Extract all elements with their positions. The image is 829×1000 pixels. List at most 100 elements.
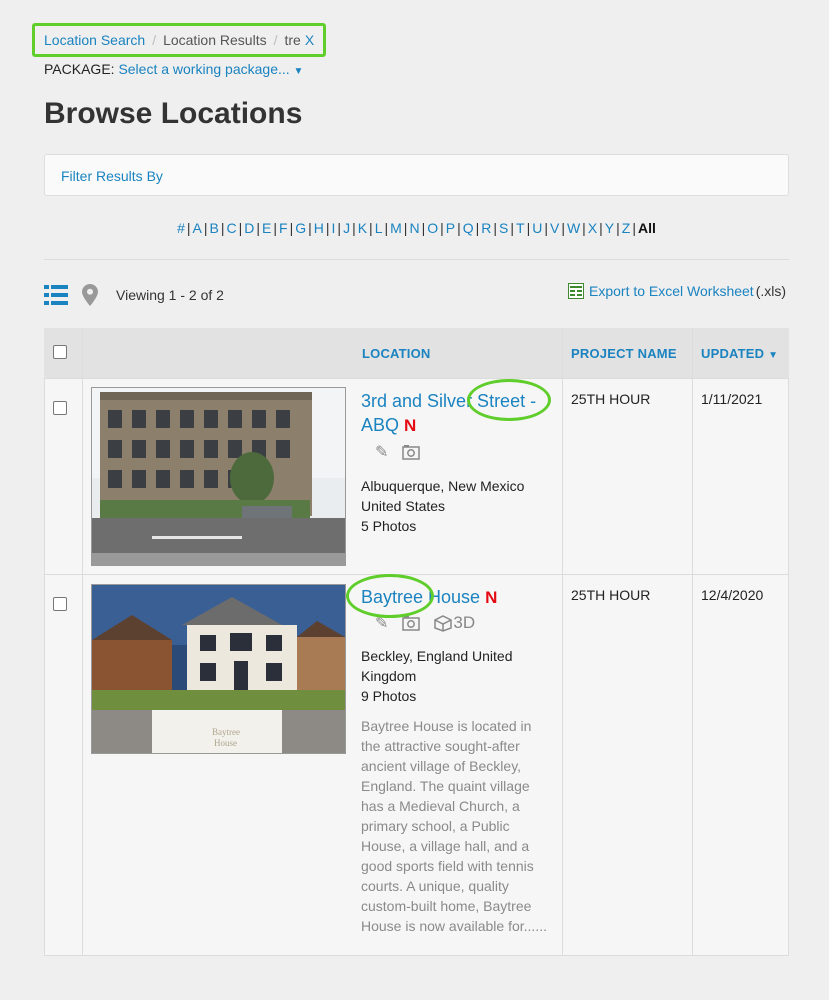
filter-results-panel[interactable]: Filter Results By bbox=[44, 154, 789, 196]
updated-date: 12/4/2020 bbox=[701, 587, 764, 603]
3d-tour-button[interactable]: 3D bbox=[434, 613, 475, 633]
alphabet-letter[interactable]: H bbox=[314, 220, 324, 236]
alphabet-letter[interactable]: T bbox=[516, 220, 525, 236]
excel-icon[interactable] bbox=[568, 283, 584, 299]
alphabet-letter[interactable]: U bbox=[532, 220, 542, 236]
alphabet-separator: | bbox=[582, 220, 586, 236]
alphabet-separator: | bbox=[273, 220, 278, 236]
alphabet-separator: | bbox=[493, 220, 498, 236]
alphabet-separator: | bbox=[203, 220, 208, 236]
alphabet-letter[interactable]: # bbox=[177, 220, 185, 236]
column-header-updated-label[interactable]: UPDATED bbox=[701, 346, 764, 361]
breadcrumb-separator: / bbox=[152, 32, 157, 48]
alphabet-letter[interactable]: O bbox=[427, 220, 438, 236]
alphabet-separator: | bbox=[325, 220, 330, 236]
row-checkbox[interactable] bbox=[53, 597, 67, 611]
alphabet-letter[interactable]: X bbox=[588, 220, 597, 236]
row-divider bbox=[44, 574, 789, 575]
alphabet-letter[interactable]: S bbox=[499, 220, 508, 236]
alphabet-filter: # | A | B | C | D | E | F | G | H | I | J | K | L | M | N | O | P | Q | R | S |… bbox=[44, 220, 789, 236]
alphabet-letter[interactable]: L bbox=[375, 220, 383, 236]
alphabet-letter[interactable]: M bbox=[390, 220, 402, 236]
row-checkbox[interactable] bbox=[53, 401, 67, 415]
location-description: Baytree House is located in the attracti… bbox=[361, 718, 547, 934]
column-header-location[interactable]: LOCATION bbox=[362, 346, 431, 361]
3d-label[interactable]: 3D bbox=[453, 613, 475, 633]
column-divider bbox=[82, 328, 83, 956]
cube-icon bbox=[434, 614, 453, 632]
location-photo-2[interactable]: Baytree House bbox=[91, 584, 346, 754]
alphabet-letter[interactable]: Z bbox=[622, 220, 631, 236]
alphabet-separator: | bbox=[440, 220, 444, 236]
alphabet-letter[interactable]: I bbox=[332, 220, 336, 236]
address-line1: Albuquerque, New Mexico bbox=[361, 478, 525, 494]
clear-query-button[interactable]: X bbox=[305, 32, 314, 48]
alphabet-letter[interactable]: A bbox=[193, 220, 202, 236]
alphabet-separator: | bbox=[457, 220, 461, 236]
location-photo-1[interactable] bbox=[91, 387, 346, 566]
house-sign-text: House bbox=[214, 738, 237, 748]
camera-icon[interactable] bbox=[402, 444, 421, 460]
page-title: Browse Locations bbox=[44, 97, 303, 130]
alphabet-separator: | bbox=[220, 220, 225, 236]
alphabet-separator: | bbox=[384, 220, 389, 236]
alphabet-separator: | bbox=[526, 220, 531, 236]
breadcrumb-query: tre bbox=[284, 32, 301, 48]
alphabet-separator: | bbox=[510, 220, 514, 236]
alphabet-letter[interactable]: R bbox=[481, 220, 491, 236]
breadcrumb: Location Search / Location Results / tre… bbox=[32, 23, 327, 57]
address-line1: Beckley, England United bbox=[361, 648, 513, 664]
column-divider bbox=[692, 328, 693, 956]
alphabet-letter[interactable]: V bbox=[550, 220, 559, 236]
alphabet-all[interactable]: All bbox=[638, 220, 656, 236]
updated-date: 1/11/2021 bbox=[701, 391, 763, 407]
project-name: 25TH HOUR bbox=[571, 587, 651, 603]
chevron-down-icon[interactable]: ▼ bbox=[294, 66, 304, 77]
map-pin-icon[interactable] bbox=[82, 284, 98, 306]
alphabet-letter[interactable]: D bbox=[244, 220, 254, 236]
sort-desc-icon[interactable]: ▼ bbox=[768, 350, 778, 361]
list-view-icon[interactable] bbox=[44, 285, 68, 305]
alphabet-letter[interactable]: E bbox=[262, 220, 271, 236]
pencil-icon[interactable]: ✎ bbox=[375, 442, 388, 462]
alphabet-letter[interactable]: K bbox=[358, 220, 367, 236]
project-name: 25TH HOUR bbox=[571, 391, 651, 407]
photo-count: 5 Photos bbox=[361, 518, 417, 534]
alphabet-letter[interactable]: Q bbox=[463, 220, 474, 236]
select-all-checkbox[interactable] bbox=[53, 345, 67, 359]
alphabet-letter[interactable]: N bbox=[409, 220, 419, 236]
package-label: PACKAGE: bbox=[44, 61, 115, 77]
alphabet-separator: | bbox=[289, 220, 294, 236]
location-title-line2[interactable]: ABQ bbox=[361, 415, 399, 435]
highlight-circle bbox=[467, 379, 551, 421]
alphabet-separator: | bbox=[544, 220, 548, 236]
alphabet-letter[interactable]: F bbox=[279, 220, 288, 236]
highlight-circle bbox=[346, 574, 434, 618]
filter-results-label[interactable]: Filter Results By bbox=[61, 168, 163, 184]
alphabet-letter[interactable]: W bbox=[567, 220, 580, 236]
alphabet-separator: | bbox=[186, 220, 191, 236]
alphabet-separator: | bbox=[256, 220, 261, 236]
alphabet-letter[interactable]: B bbox=[210, 220, 219, 236]
alphabet-letter[interactable]: G bbox=[295, 220, 306, 236]
export-excel-link[interactable]: Export to Excel Worksheet bbox=[589, 283, 754, 299]
photo-count: 9 Photos bbox=[361, 688, 417, 704]
breadcrumb-location-results[interactable]: Location Results bbox=[163, 32, 267, 48]
alphabet-letter[interactable]: C bbox=[227, 220, 237, 236]
alphabet-separator: | bbox=[238, 220, 243, 236]
column-header-project-name[interactable]: PROJECT NAME bbox=[571, 346, 677, 361]
location-address: Beckley, England United Kingdom 9 Photos bbox=[361, 646, 513, 706]
alphabet-letter[interactable]: J bbox=[343, 220, 350, 236]
package-selector: PACKAGE: Select a working package... ▼ bbox=[44, 61, 303, 77]
package-dropdown[interactable]: Select a working package... bbox=[118, 61, 289, 77]
alphabet-separator: | bbox=[421, 220, 426, 236]
alphabet-separator: | bbox=[352, 220, 356, 236]
building-photo bbox=[92, 388, 345, 565]
alphabet-letter[interactable]: Y bbox=[605, 220, 614, 236]
alphabet-letter[interactable]: P bbox=[446, 220, 455, 236]
alphabet-separator: | bbox=[337, 220, 342, 236]
camera-icon[interactable] bbox=[402, 615, 421, 631]
export-excel: Export to Excel Worksheet (.xls) bbox=[568, 283, 786, 299]
column-header-updated[interactable]: UPDATED ▼ bbox=[701, 346, 778, 361]
breadcrumb-location-search[interactable]: Location Search bbox=[44, 32, 145, 48]
